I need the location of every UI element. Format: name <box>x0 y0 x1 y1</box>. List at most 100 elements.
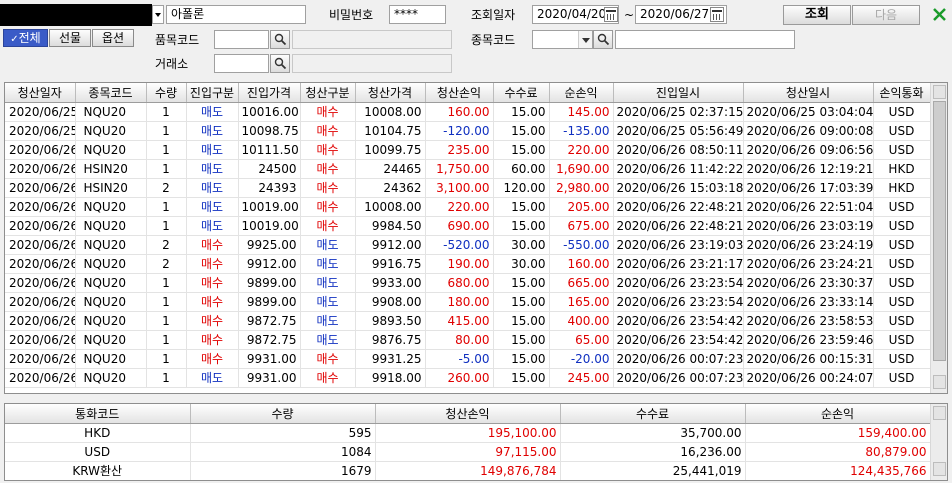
table-cell: NQU20 <box>75 216 147 236</box>
column-header[interactable]: 진입가격 <box>238 83 301 103</box>
summary-cell: 1679 <box>190 461 376 480</box>
table-cell: 80.00 <box>425 330 494 350</box>
column-header[interactable]: 손익통화 <box>873 83 931 103</box>
item-code-dropdown[interactable] <box>578 31 592 48</box>
table-cell: 9872.75 <box>238 330 301 350</box>
table-cell: 2020/06/26 22:51:04 <box>743 197 874 217</box>
summary-row[interactable]: HKD 595 195,100.00 35,700.00 159,400.00 <box>5 423 931 443</box>
table-row[interactable]: 2020/06/26 NQU20 1 매수 9931.00 매수 9931.25 -5.00 1… <box>5 349 931 369</box>
table-cell: NQU20 <box>75 273 147 293</box>
table-row[interactable]: 2020/06/26 NQU20 1 매수 9899.00 매도 9933.00 680.00… <box>5 273 931 293</box>
table-row[interactable]: 2020/06/26 NQU20 1 매수 9899.00 매도 9908.00 180.00… <box>5 292 931 312</box>
product-code-input[interactable] <box>214 30 269 49</box>
summary-column-header[interactable]: 통화코드 <box>5 404 191 424</box>
column-header[interactable]: 청산일자 <box>5 83 76 103</box>
search-icon[interactable] <box>593 30 613 49</box>
table-row[interactable]: 2020/06/26 NQU20 1 매도 9931.00 매수 9918.00 260.00… <box>5 368 931 388</box>
password-input[interactable]: **** <box>389 5 446 24</box>
table-row[interactable]: 2020/06/26 HSIN20 1 매도 24500 매수 24465 1,750.00 6… <box>5 159 931 179</box>
calendar-icon[interactable] <box>710 7 724 22</box>
column-header[interactable]: 청산가격 <box>355 83 426 103</box>
table-cell: 15.00 <box>493 121 550 141</box>
search-icon[interactable] <box>270 54 290 73</box>
summary-row[interactable]: USD 1084 97,115.00 16,236.00 80,879.00 <box>5 442 931 462</box>
summary-row[interactable]: KRW환산 1679 149,876,784 25,441,019 124,435,76… <box>5 461 931 480</box>
column-header[interactable]: 순손익 <box>549 83 614 103</box>
query-button[interactable]: 조회 <box>783 5 851 25</box>
summary-cell: 16,236.00 <box>560 442 746 462</box>
table-row[interactable]: 2020/06/25 NQU20 1 매도 10016.00 매수 10008.00 160.… <box>5 102 931 122</box>
scroll-down-arrow-icon[interactable] <box>933 375 946 389</box>
summary-cell: 195,100.00 <box>375 423 561 443</box>
account-number-field[interactable] <box>0 4 152 26</box>
summary-cell: 25,441,019 <box>560 461 746 480</box>
table-cell: 2020/06/26 23:24:21 <box>743 254 874 274</box>
column-header[interactable]: 수수료 <box>493 83 550 103</box>
table-row[interactable]: 2020/06/26 NQU20 2 매수 9912.00 매도 9916.75 190.00… <box>5 254 931 274</box>
table-cell: 165.00 <box>549 292 614 312</box>
table-cell: 9893.50 <box>355 311 426 331</box>
table-cell: 매도 <box>186 102 239 122</box>
table-cell: 2020/06/26 <box>5 197 76 217</box>
item-code-label: 종목코드 <box>471 33 516 47</box>
summary-column-header[interactable]: 청산손익 <box>375 404 561 424</box>
table-cell: 매도 <box>186 216 239 236</box>
table-cell: 1 <box>146 292 187 312</box>
summary-column-header[interactable]: 수량 <box>190 404 376 424</box>
column-header[interactable]: 진입일시 <box>613 83 744 103</box>
table-cell: 205.00 <box>549 197 614 217</box>
table-row[interactable]: 2020/06/26 HSIN20 2 매도 24393 매수 24362 3,100.00 1… <box>5 178 931 198</box>
table-row[interactable]: 2020/06/26 NQU20 2 매수 9925.00 매도 9912.00 -520.0… <box>5 235 931 255</box>
calendar-icon[interactable] <box>604 7 618 22</box>
table-cell: 1 <box>146 121 187 141</box>
table-cell: 10008.00 <box>355 102 426 122</box>
column-header[interactable]: 수량 <box>146 83 187 103</box>
table-cell: 245.00 <box>549 368 614 388</box>
table-cell: 2020/06/26 <box>5 292 76 312</box>
column-header[interactable]: 청산일시 <box>743 83 874 103</box>
tab-all[interactable]: ✓전체 <box>3 29 48 47</box>
table-cell: 15.00 <box>493 102 550 122</box>
summary-column-header[interactable]: 수수료 <box>560 404 746 424</box>
exchange-name-field <box>292 54 452 73</box>
tab-futures[interactable]: 선물 <box>49 29 91 47</box>
next-button[interactable]: 다음 <box>852 5 920 25</box>
vertical-scrollbar[interactable] <box>930 83 947 393</box>
tab-options[interactable]: 옵션 <box>92 29 134 47</box>
close-icon[interactable] <box>929 5 950 25</box>
exchange-input[interactable] <box>214 54 269 73</box>
column-header[interactable]: 청산손익 <box>425 83 494 103</box>
table-row[interactable]: 2020/06/25 NQU20 1 매도 10098.75 매수 10104.75 -120… <box>5 121 931 141</box>
table-row[interactable]: 2020/06/26 NQU20 1 매도 10019.00 매수 9984.50 690.0… <box>5 216 931 236</box>
scroll-up-arrow-icon[interactable] <box>933 85 946 99</box>
summary-scrollbar[interactable] <box>930 404 947 480</box>
table-cell: 매수 <box>186 254 239 274</box>
summary-column-header[interactable]: 순손익 <box>745 404 931 424</box>
table-cell: 매수 <box>300 216 356 236</box>
product-code-label: 품목코드 <box>155 33 200 47</box>
account-dropdown-button[interactable] <box>152 5 164 24</box>
scroll-up-arrow-icon[interactable] <box>933 406 946 420</box>
table-cell: 690.00 <box>425 216 494 236</box>
table-row[interactable]: 2020/06/26 NQU20 1 매수 9872.75 매도 9893.50 415.00… <box>5 311 931 331</box>
scroll-thumb[interactable] <box>933 101 946 361</box>
column-header[interactable]: 진입구분 <box>186 83 239 103</box>
search-icon[interactable] <box>270 30 290 49</box>
column-header[interactable]: 청산구분 <box>300 83 356 103</box>
table-cell: 1,750.00 <box>425 159 494 179</box>
trade-history-grid[interactable]: 청산일자 종목코드 수량 진입구분 진입가격 청산구분 청산가격 청산손익 수수료 순손익 진입일시… <box>4 82 948 394</box>
table-cell: USD <box>873 140 931 160</box>
table-cell: 2020/06/26 <box>5 254 76 274</box>
table-row[interactable]: 2020/06/26 NQU20 1 매도 10019.00 매수 10008.00 220.… <box>5 197 931 217</box>
table-row[interactable]: 2020/06/26 NQU20 1 매수 9872.75 매도 9876.75 80.00 1… <box>5 330 931 350</box>
table-cell: 2020/06/26 <box>5 235 76 255</box>
table-cell: 매수 <box>186 311 239 331</box>
table-cell: 2020/06/26 11:42:22 <box>613 159 744 179</box>
column-header[interactable]: 종목코드 <box>75 83 147 103</box>
table-row[interactable]: 2020/06/26 NQU20 1 매도 10111.50 매수 10099.75 235.… <box>5 140 931 160</box>
scroll-down-arrow-icon[interactable] <box>933 462 946 476</box>
table-cell: 24362 <box>355 178 426 198</box>
table-cell: 매도 <box>186 197 239 217</box>
table-cell: NQU20 <box>75 349 147 369</box>
summary-grid[interactable]: 통화코드 수량 청산손익 수수료 순손익 HKD 595 195,100.00 35,700.… <box>4 403 948 481</box>
